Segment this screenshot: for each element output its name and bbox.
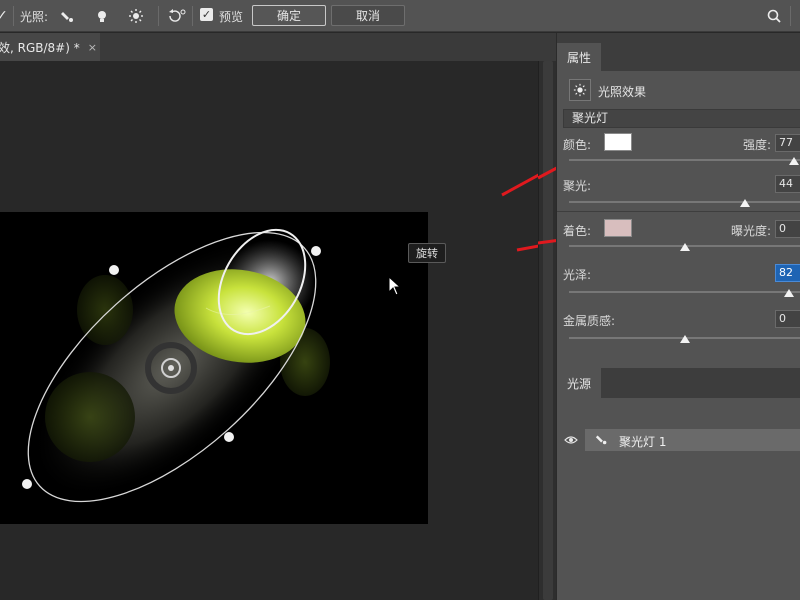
hotspot-label: 聚光:: [563, 179, 592, 193]
exposure-label: 曝光度:: [731, 224, 772, 238]
light-source-label: 聚光灯 1: [619, 435, 667, 449]
spotlight-icon: [595, 432, 609, 449]
light-source-row[interactable]: 聚光灯 1: [557, 429, 800, 451]
intensity-input[interactable]: 77: [775, 134, 800, 152]
metallic-label: 金属质感:: [563, 314, 616, 328]
gloss-slider-track[interactable]: [569, 291, 800, 293]
spotlight-handle-top-left[interactable]: [109, 265, 119, 275]
visibility-eye-icon[interactable]: [563, 433, 579, 447]
intensity-label: 强度:: [743, 138, 772, 152]
mouse-cursor-icon: [388, 276, 402, 296]
effect-name: 光照效果: [598, 85, 647, 99]
colorize-swatch[interactable]: [604, 219, 632, 237]
spotlight-handle-bottom-left[interactable]: [22, 479, 32, 489]
properties-panel: 属性 光照效果 聚光灯 颜色: 强度: 77 聚光: 44 着色: 曝光度: 0…: [556, 33, 800, 600]
tab-properties[interactable]: 属性: [557, 43, 601, 71]
intensity-slider-track[interactable]: [569, 159, 800, 161]
color-swatch[interactable]: [604, 133, 632, 151]
exposure-input[interactable]: 0: [775, 220, 800, 238]
panel-tab-strip: 属性: [557, 33, 800, 71]
rotate-tooltip: 旋转: [408, 243, 446, 263]
color-label: 颜色:: [563, 138, 592, 152]
intensity-ring-icon[interactable]: [145, 342, 197, 394]
annotation-arrow: [501, 173, 538, 197]
hotspot-input[interactable]: 44: [775, 175, 800, 193]
light-type-dropdown[interactable]: 聚光灯: [563, 109, 800, 128]
section-divider: [557, 211, 800, 212]
hotspot-slider-track[interactable]: [569, 201, 800, 203]
annotation-arrow: [516, 244, 538, 252]
gloss-input[interactable]: 82: [775, 264, 800, 282]
light-source-item[interactable]: 聚光灯 1: [585, 429, 800, 451]
metallic-slider-thumb[interactable]: [680, 335, 690, 343]
gloss-slider-thumb[interactable]: [784, 289, 795, 297]
metallic-input[interactable]: 0: [775, 310, 800, 328]
light-sources-tab-strip: 光源: [557, 368, 800, 398]
intensity-slider-thumb[interactable]: [789, 157, 800, 165]
toolbar-divider: [790, 6, 791, 26]
exposure-slider-thumb[interactable]: [680, 243, 690, 251]
gloss-label: 光泽:: [563, 268, 592, 282]
hotspot-slider-thumb[interactable]: [740, 199, 751, 207]
lighting-effects-icon: [569, 79, 591, 101]
colorize-label: 着色:: [563, 224, 592, 238]
search-icon[interactable]: [764, 6, 784, 26]
tab-light-sources[interactable]: 光源: [557, 368, 601, 398]
light-handles-overlay: [22, 173, 538, 503]
effect-header: 光照效果: [557, 76, 800, 104]
spotlight-handle-top-right[interactable]: [311, 246, 321, 256]
spotlight-handle-bottom-right[interactable]: [224, 432, 234, 442]
